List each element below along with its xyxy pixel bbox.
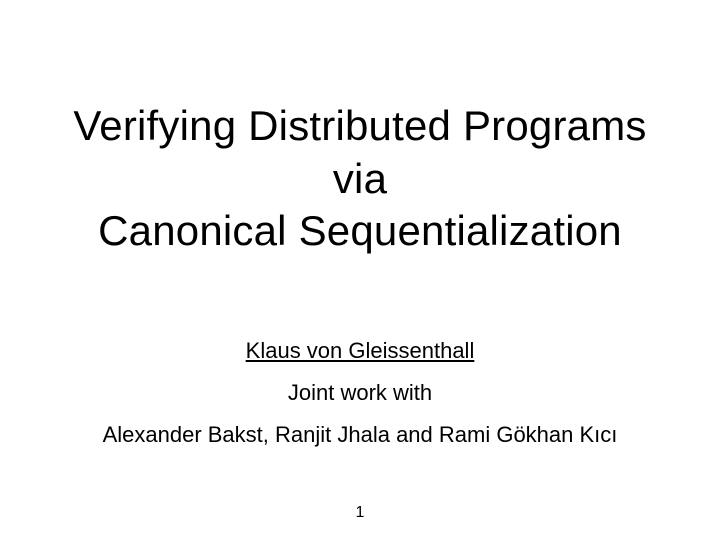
credits-block: Klaus von Gleissenthall Joint work with … — [0, 330, 720, 455]
slide: Verifying Distributed Programs via Canon… — [0, 0, 720, 540]
coauthors: Alexander Bakst, Ranjit Jhala and Rami G… — [0, 414, 720, 456]
slide-title: Verifying Distributed Programs via Canon… — [0, 100, 720, 258]
title-line-1: Verifying Distributed Programs — [0, 100, 720, 153]
page-number: 1 — [0, 504, 720, 522]
joint-work-label: Joint work with — [0, 372, 720, 414]
presenter-name: Klaus von Gleissenthall — [0, 330, 720, 372]
title-line-2: via — [0, 153, 720, 206]
title-line-3: Canonical Sequentialization — [0, 205, 720, 258]
